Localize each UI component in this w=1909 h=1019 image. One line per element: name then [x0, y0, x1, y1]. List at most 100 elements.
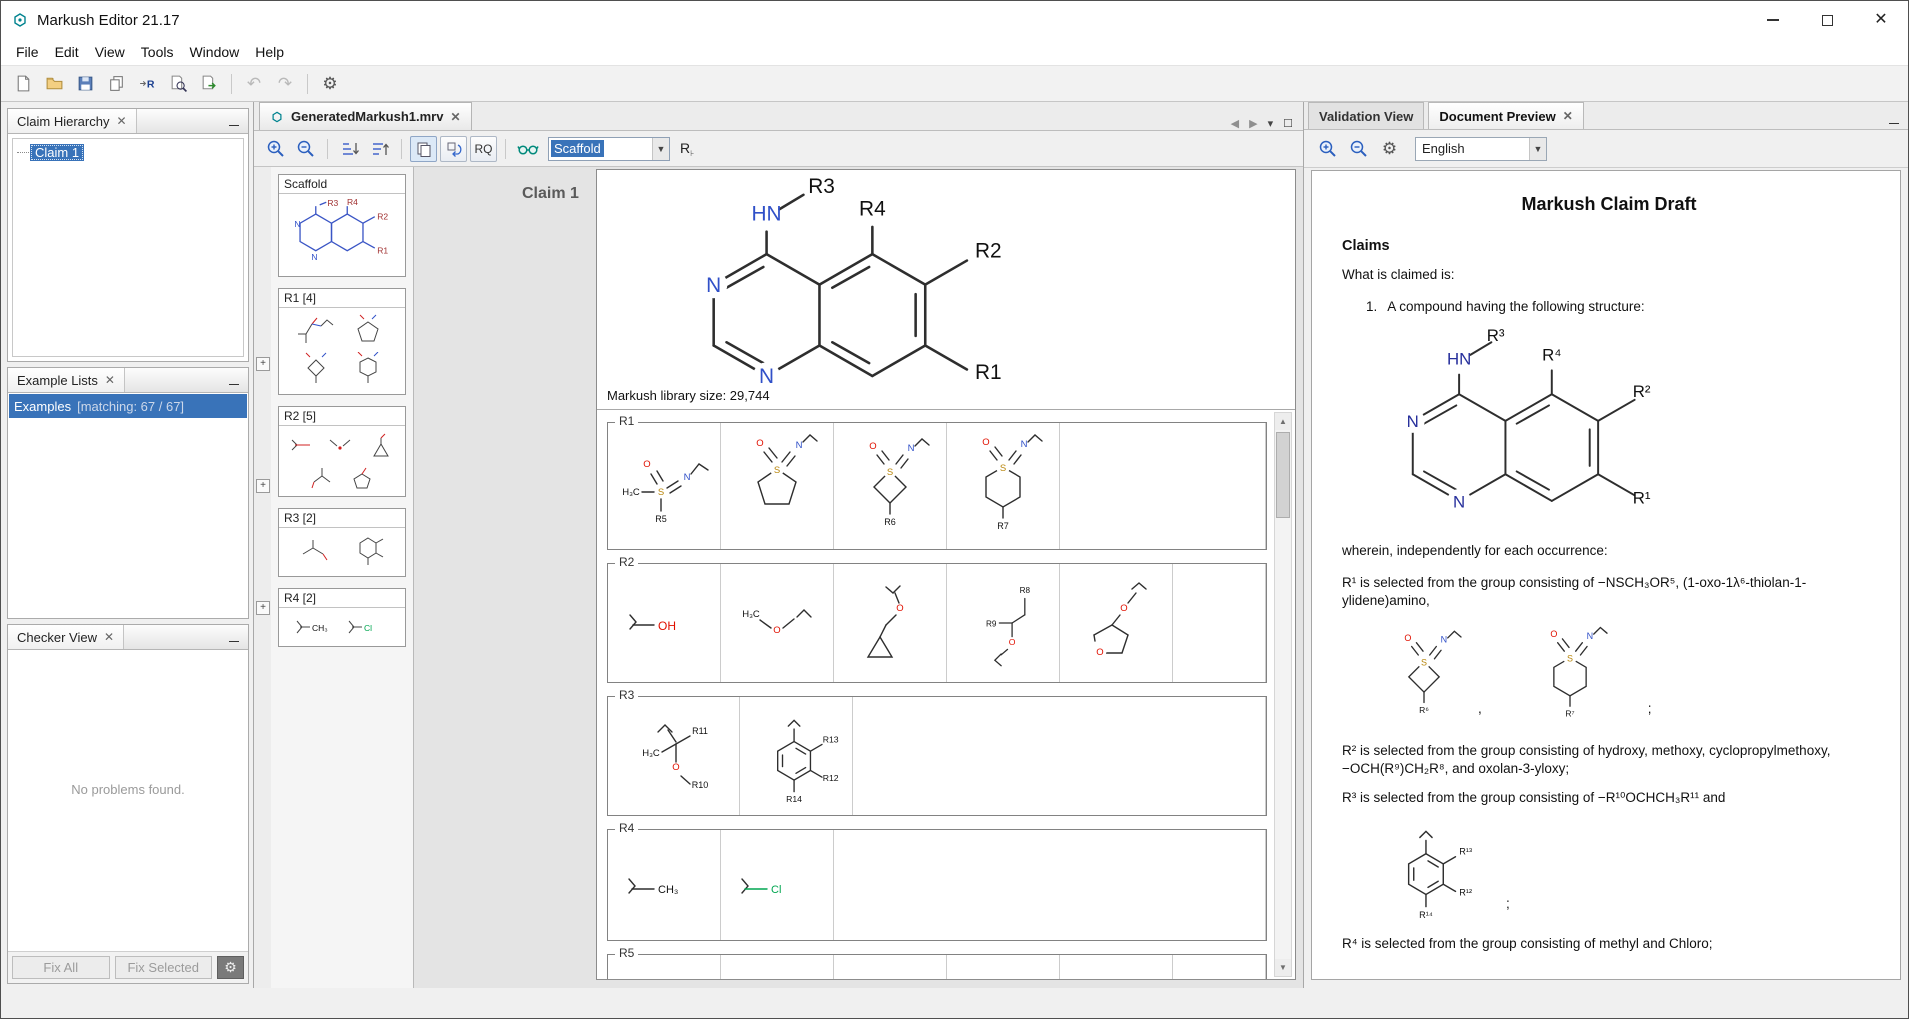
- tab-scroll-left-button[interactable]: ◀: [1231, 117, 1239, 130]
- chevron-down-icon[interactable]: ▼: [1529, 138, 1546, 160]
- scaffold-group-box[interactable]: Scaffold R3 R4 R2 R1: [278, 174, 406, 277]
- structure-search-button[interactable]: [164, 70, 192, 98]
- rows-scrollbar[interactable]: ▲ ▼: [1274, 412, 1292, 977]
- r4-group-box[interactable]: R4 [2] CH₃ Cl: [278, 588, 406, 647]
- sort-descending-button[interactable]: [366, 136, 393, 162]
- menu-item-view[interactable]: View: [88, 41, 132, 63]
- thumbnail-structure[interactable]: Cl: [343, 612, 393, 642]
- open-button[interactable]: [40, 70, 68, 98]
- minimize-panel-button[interactable]: [220, 630, 248, 645]
- r1-option-cell[interactable]: S O N R6: [834, 423, 947, 549]
- r5-option-cell[interactable]: [1060, 955, 1173, 979]
- close-icon[interactable]: ✕: [104, 630, 114, 644]
- r3-option-cell[interactable]: R11 H₃C O R10: [608, 697, 740, 815]
- menu-item-window[interactable]: Window: [182, 41, 246, 63]
- tab-validation-view[interactable]: Validation View: [1308, 102, 1424, 129]
- zoom-in-button[interactable]: [1314, 136, 1341, 162]
- menu-item-file[interactable]: File: [9, 41, 46, 63]
- r3-option-cell[interactable]: R13 R12 R14: [740, 697, 853, 815]
- thumbnail-structure[interactable]: [343, 352, 393, 390]
- checker-settings-button[interactable]: ⚙: [217, 956, 244, 979]
- r1-option-cell[interactable]: S O N R7: [947, 423, 1060, 549]
- thumbnail-structure[interactable]: [363, 430, 401, 460]
- scaffold-thumbnail[interactable]: R3 R4 R2 R1 N N: [283, 198, 401, 272]
- scaffold-structure-area[interactable]: N N HN R3 R4 R2 R1 Markush library size:…: [597, 170, 1295, 410]
- thumbnail-structure[interactable]: [291, 312, 341, 350]
- r2-option-cell[interactable]: H₃C O: [721, 564, 834, 682]
- r5-option-cell[interactable]: [721, 955, 834, 979]
- empty-cell[interactable]: [834, 830, 1266, 940]
- settings-button[interactable]: ⚙: [316, 70, 344, 98]
- minimize-panel-button[interactable]: [220, 114, 248, 129]
- fix-all-button[interactable]: Fix All: [12, 956, 110, 979]
- r2-option-cell[interactable]: O: [834, 564, 947, 682]
- menu-item-help[interactable]: Help: [248, 41, 291, 63]
- r4-option-cell[interactable]: Cl: [721, 830, 834, 940]
- maximize-view-button[interactable]: ☐: [1283, 117, 1293, 130]
- language-select[interactable]: English ▼: [1415, 137, 1547, 161]
- sort-ascending-button[interactable]: [336, 136, 363, 162]
- tab-document-preview[interactable]: Document Preview ✕: [1428, 102, 1583, 129]
- minimize-panel-button[interactable]: [1880, 111, 1908, 129]
- minimize-button[interactable]: [1746, 1, 1800, 39]
- thumbnail-structure[interactable]: [343, 462, 381, 492]
- claim-hierarchy-tab[interactable]: Claim Hierarchy ✕: [8, 109, 137, 133]
- thumbnail-structure[interactable]: [303, 462, 341, 492]
- r5-option-cell[interactable]: [834, 955, 947, 979]
- r2-option-cell[interactable]: OH: [608, 564, 721, 682]
- preview-settings-button[interactable]: ⚙: [1376, 136, 1403, 162]
- scroll-up-button[interactable]: ▲: [1275, 413, 1291, 430]
- r-group-definition-button[interactable]: R⊦: [673, 140, 701, 158]
- thumbnail-structure[interactable]: [323, 430, 361, 460]
- close-icon[interactable]: ✕: [116, 114, 126, 128]
- empty-cell[interactable]: [853, 697, 1266, 815]
- rq-view-button[interactable]: RQ: [470, 136, 497, 162]
- r1-option-cell[interactable]: S O N: [721, 423, 834, 549]
- thumbnail-structure[interactable]: [291, 352, 341, 390]
- tab-scroll-right-button[interactable]: ▶: [1249, 117, 1257, 130]
- chevron-down-icon[interactable]: ▼: [652, 138, 669, 160]
- zoom-in-button[interactable]: [262, 136, 289, 162]
- r-group-tool-button[interactable]: R: [133, 70, 161, 98]
- close-button[interactable]: ✕: [1854, 1, 1908, 39]
- zoom-out-button[interactable]: [1345, 136, 1372, 162]
- claim-tree-item[interactable]: Claim 1: [30, 144, 84, 161]
- redo-button[interactable]: ↷: [271, 70, 299, 98]
- r3-group-box[interactable]: R3 [2]: [278, 508, 406, 577]
- close-icon[interactable]: ✕: [450, 110, 460, 124]
- copy-button[interactable]: [102, 70, 130, 98]
- close-icon[interactable]: ✕: [105, 373, 115, 387]
- scaffold-combobox[interactable]: Scaffold ▼: [548, 137, 670, 161]
- tab-list-button[interactable]: ▾: [1268, 117, 1274, 130]
- fix-selected-button[interactable]: Fix Selected: [115, 956, 213, 979]
- menu-item-edit[interactable]: Edit: [48, 41, 86, 63]
- r2-group-box[interactable]: R2 [5]: [278, 406, 406, 497]
- export-document-button[interactable]: [195, 70, 223, 98]
- r1-group-box[interactable]: R1 [4]: [278, 288, 406, 395]
- r4-option-cell[interactable]: CH₃: [608, 830, 721, 940]
- scaffold-view-button[interactable]: [410, 136, 437, 162]
- thumbnail-structure[interactable]: [343, 312, 393, 350]
- r1-option-cell[interactable]: H₃C S O N R5: [608, 423, 721, 549]
- checker-view-tab[interactable]: Checker View ✕: [8, 625, 124, 649]
- scroll-down-button[interactable]: ▼: [1275, 959, 1291, 976]
- minimize-panel-button[interactable]: [220, 373, 248, 388]
- thumbnail-structure[interactable]: CH₃: [291, 612, 341, 642]
- document-tab[interactable]: GeneratedMarkush1.mrv ✕: [259, 102, 472, 130]
- example-lists-tab[interactable]: Example Lists ✕: [8, 368, 125, 392]
- maximize-button[interactable]: [1800, 1, 1854, 39]
- menu-item-tools[interactable]: Tools: [134, 41, 181, 63]
- thumbnail-structure[interactable]: [283, 430, 321, 460]
- empty-cell[interactable]: [1173, 955, 1266, 979]
- thumbnail-structure[interactable]: [291, 532, 341, 572]
- empty-cell[interactable]: [1060, 423, 1266, 549]
- refresh-layout-button[interactable]: [440, 136, 467, 162]
- r5-option-cell[interactable]: CH₃: [947, 955, 1060, 979]
- r2-option-cell[interactable]: R8 R9 O: [947, 564, 1060, 682]
- thumbnail-structure[interactable]: [343, 532, 393, 572]
- zoom-out-button[interactable]: [292, 136, 319, 162]
- editor-canvas[interactable]: Claim 1: [414, 167, 1303, 988]
- new-document-button[interactable]: [9, 70, 37, 98]
- examples-list-item[interactable]: Examples [matching: 67 / 67]: [9, 394, 247, 418]
- empty-cell[interactable]: [1173, 564, 1266, 682]
